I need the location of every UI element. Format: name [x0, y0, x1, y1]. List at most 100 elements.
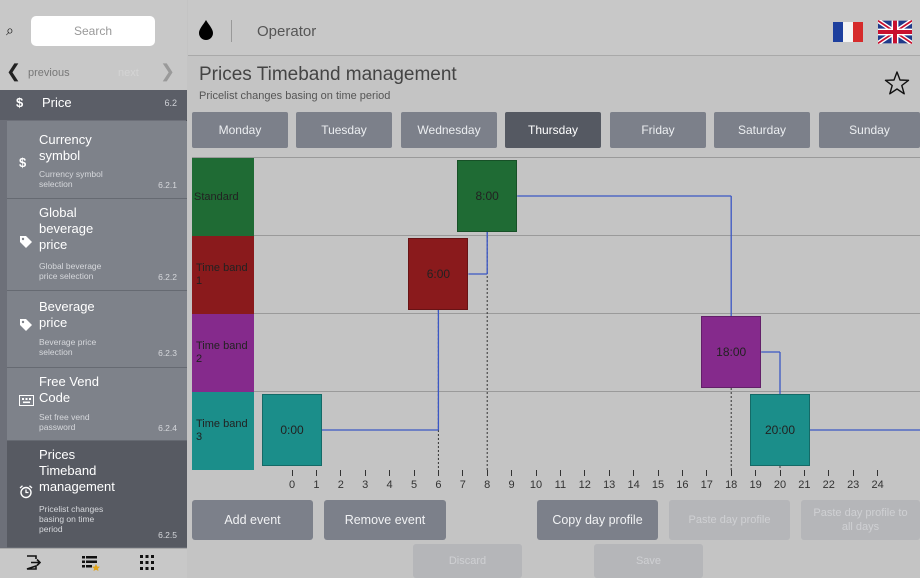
hour-tick-label: 14 — [627, 479, 640, 491]
keyboard-icon — [19, 394, 34, 409]
sidebar-section-header[interactable]: $ Price 6.2 — [0, 90, 187, 120]
french-flag-icon[interactable] — [833, 22, 863, 42]
page-subtitle: Pricelist changes basing on time period — [199, 90, 391, 102]
grid-menu-icon[interactable] — [140, 555, 154, 574]
sidebar-item-currency-symbol[interactable]: $ Currency symbol Currency symbol select… — [7, 121, 187, 199]
hour-tick — [340, 470, 342, 476]
uk-flag-icon[interactable] — [878, 20, 912, 44]
day-tab-monday[interactable]: Monday — [192, 112, 288, 148]
sidebar-item-free-vend-code[interactable]: Free Vend Code Set free vend password 6.… — [7, 368, 187, 441]
hour-tick — [608, 470, 610, 476]
favorites-list-icon[interactable] — [82, 555, 100, 575]
star-favorite-icon[interactable] — [884, 70, 910, 96]
hour-tick-label: 10 — [529, 479, 543, 491]
hour-tick — [633, 470, 635, 476]
next-arrow-icon: ❯ — [160, 61, 176, 81]
hour-tick — [584, 470, 586, 476]
section-number: 6.2 — [164, 98, 177, 108]
sidebar-item-subtitle: Pricelist changes basing on time period — [39, 504, 104, 534]
section-label: Price — [42, 95, 72, 110]
hour-tick — [755, 470, 757, 476]
dollar-icon: $ — [19, 155, 27, 170]
discard-button[interactable]: Discard — [413, 544, 522, 578]
sidebar-top: ⌕ Search ❮ previous next ❯ — [0, 0, 187, 90]
sidebar-item-prices-timeband-management[interactable]: Prices Timeband management Pricelist cha… — [7, 441, 187, 548]
save-button[interactable]: Save — [594, 544, 703, 578]
search-icon[interactable]: ⌕ — [6, 22, 14, 39]
hour-tick — [535, 470, 537, 476]
hour-tick-label: 2 — [337, 479, 344, 491]
sidebar: ⌕ Search ❮ previous next ❯ $ Price 6.2 $… — [0, 0, 187, 578]
hour-tick-label: 8 — [484, 479, 491, 491]
sidebar-item-title: Currency symbol — [39, 132, 92, 163]
hour-tick-label: 9 — [508, 479, 515, 491]
previous-arrow-icon[interactable]: ❮ — [6, 62, 21, 80]
day-tab-thursday[interactable]: Thursday — [505, 112, 601, 148]
hour-tick-label: 4 — [386, 479, 393, 491]
sidebar-item-title: Global beverage price — [39, 205, 94, 252]
add-event-button[interactable]: Add event — [192, 500, 313, 540]
sidebar-item-global-beverage-price[interactable]: Global beverage price Global beverage pr… — [7, 199, 187, 291]
hour-tick-label: 1 — [313, 479, 320, 491]
hour-tick — [803, 470, 805, 476]
hour-tick-label: 11 — [554, 479, 567, 491]
hour-tick — [852, 470, 854, 476]
drop-icon — [199, 20, 213, 40]
day-tab-sunday[interactable]: Sunday — [819, 112, 920, 148]
hour-tick-label: 5 — [410, 479, 418, 491]
hour-tick — [462, 470, 464, 476]
copy-day-profile-button[interactable]: Copy day profile — [537, 500, 658, 540]
sidebar-item-number: 6.2.2 — [158, 272, 177, 282]
hour-tick — [291, 470, 293, 476]
hour-tick-label: 7 — [459, 479, 466, 491]
tag-icon — [19, 235, 33, 252]
day-tab-wednesday[interactable]: Wednesday — [401, 112, 497, 148]
dollar-icon: $ — [16, 95, 24, 110]
hour-tick — [681, 470, 683, 476]
event-box[interactable]: 20:00 — [750, 394, 810, 466]
event-box[interactable]: 0:00 — [262, 394, 322, 466]
day-tab-saturday[interactable]: Saturday — [714, 112, 810, 148]
previous-button[interactable]: previous — [28, 67, 70, 79]
hour-tick — [877, 470, 879, 476]
paste-day-profile-button[interactable]: Paste day profile — [669, 500, 790, 540]
search-input[interactable]: Search — [31, 16, 155, 46]
hour-tick-label: 13 — [603, 479, 616, 491]
next-button: next — [118, 67, 139, 79]
timeband-grid[interactable]: Standard Time band 1 Time band 2 Time ba… — [192, 157, 920, 470]
hour-tick-label: 3 — [362, 479, 369, 491]
sidebar-item-number: 6.2.4 — [158, 423, 177, 433]
hour-tick-label: 23 — [847, 479, 860, 491]
tag-icon — [19, 318, 33, 335]
hour-tick-label: 24 — [871, 479, 884, 491]
sidebar-item-title: Prices Timeband management — [39, 447, 115, 494]
sidebar-item-beverage-price[interactable]: Beverage price Beverage price selection … — [7, 291, 187, 368]
hour-tick — [437, 470, 439, 476]
hour-tick — [315, 470, 317, 476]
sidebar-item-title: Free Vend Code — [39, 374, 99, 405]
hour-tick — [559, 470, 561, 476]
hour-tick-label: 15 — [651, 479, 665, 491]
paste-day-profile-to-all-days-button[interactable]: Paste day profile to all days — [801, 500, 920, 540]
hour-tick-label: 0 — [288, 479, 296, 491]
hour-tick — [364, 470, 366, 476]
sidebar-bottom-bar — [0, 548, 187, 578]
sidebar-item-number: 6.2.3 — [158, 348, 177, 358]
day-tab-friday[interactable]: Friday — [610, 112, 706, 148]
day-tab-tuesday[interactable]: Tuesday — [296, 112, 392, 148]
hour-tick-label: 19 — [749, 479, 762, 491]
event-box[interactable]: 6:00 — [408, 238, 469, 310]
hour-tick-label: 22 — [822, 479, 835, 491]
hour-tick — [511, 470, 513, 476]
logout-icon[interactable] — [26, 555, 42, 574]
event-box[interactable]: 18:00 — [701, 316, 762, 388]
hour-tick — [413, 470, 415, 476]
hour-tick-label: 6 — [435, 479, 442, 491]
app: { "search": { "placeholder": "Search" },… — [0, 0, 920, 578]
remove-event-button[interactable]: Remove event — [324, 500, 446, 540]
event-box[interactable]: 8:00 — [457, 160, 518, 232]
sidebar-item-subtitle: Global beverage price selection — [39, 261, 102, 281]
sidebar-item-subtitle: Set free vend password — [39, 412, 90, 432]
sidebar-item-title: Beverage price — [39, 299, 95, 330]
hour-tick — [730, 470, 732, 476]
